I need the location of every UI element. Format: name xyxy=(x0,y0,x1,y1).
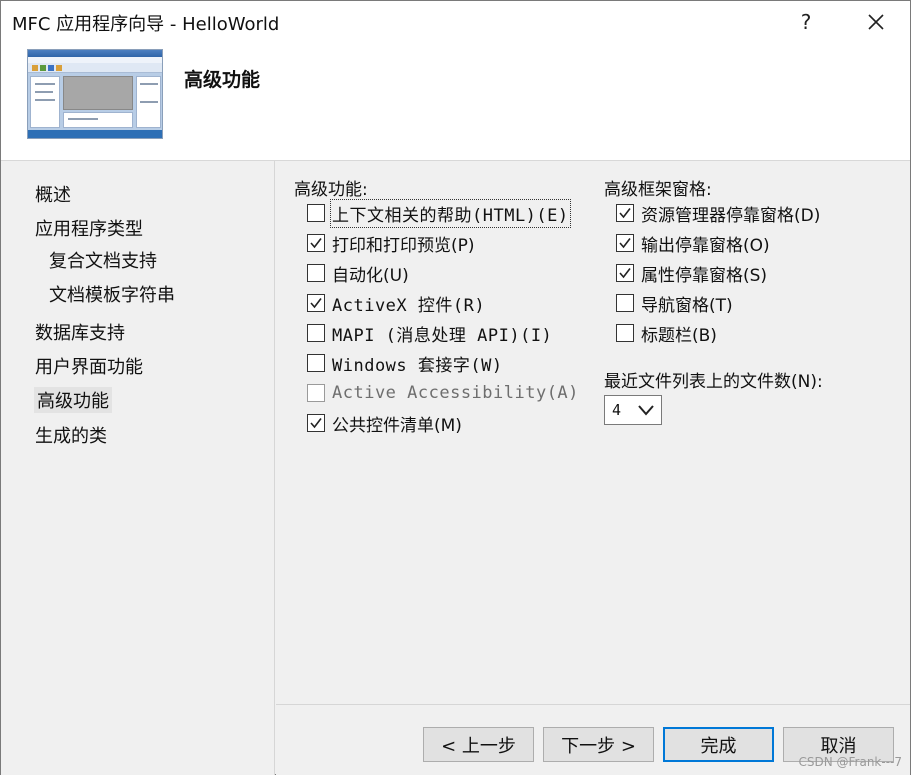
close-button[interactable] xyxy=(849,1,903,43)
mfc-wizard-window: MFC 应用程序向导 - HelloWorld ? 高级功能 概述 应用程序类型… xyxy=(0,0,911,775)
check-icon xyxy=(310,418,322,429)
checkbox[interactable] xyxy=(307,204,325,222)
close-icon xyxy=(868,14,884,30)
nav-item-document-template-strings[interactable]: 文档模板字符串 xyxy=(49,281,175,307)
wizard-nav: 概述 应用程序类型 复合文档支持 文档模板字符串 数据库支持 用户界面功能 高级… xyxy=(1,161,275,775)
wizard-header: 高级功能 xyxy=(1,43,910,161)
pane-explorer-docking[interactable]: 资源管理器停靠窗格(D) xyxy=(616,201,821,226)
option-label: 资源管理器停靠窗格(D) xyxy=(641,205,821,226)
pane-output-docking[interactable]: 输出停靠窗格(O) xyxy=(616,231,770,256)
next-button[interactable]: 下一步 > xyxy=(543,727,654,762)
checkbox[interactable] xyxy=(307,324,325,342)
frame-panes-label: 高级框架窗格: xyxy=(604,180,712,200)
option-common-control-manifest[interactable]: 公共控件清单(M) xyxy=(307,411,462,436)
option-label: Windows 套接字(W) xyxy=(332,355,503,376)
nav-item-compound-document[interactable]: 复合文档支持 xyxy=(49,247,157,273)
back-button[interactable]: < 上一步 xyxy=(423,727,534,762)
nav-item-overview[interactable]: 概述 xyxy=(35,181,71,207)
button-bar: < 上一步 下一步 > 完成 取消 CSDN @Frank---7 xyxy=(276,704,910,775)
check-icon xyxy=(310,238,322,249)
option-mapi[interactable]: MAPI (消息处理 API)(I) xyxy=(307,321,553,346)
page-title: 高级功能 xyxy=(184,69,261,91)
wizard-content: 高级功能: 上下文相关的帮助(HTML)(E) 打印和打印预览(P) 自动化(U… xyxy=(276,161,910,704)
pane-caption-bar[interactable]: 标题栏(B) xyxy=(616,321,717,346)
checkbox[interactable] xyxy=(307,414,325,432)
option-automation[interactable]: 自动化(U) xyxy=(307,261,409,286)
option-label: 打印和打印预览(P) xyxy=(332,235,475,256)
nav-item-application-type[interactable]: 应用程序类型 xyxy=(35,215,143,241)
option-label: 自动化(U) xyxy=(332,265,409,286)
option-label: 上下文相关的帮助(HTML)(E) xyxy=(330,198,571,228)
checkbox[interactable] xyxy=(307,264,325,282)
nav-item-generated-classes[interactable]: 生成的类 xyxy=(35,422,107,448)
checkbox[interactable] xyxy=(307,294,325,312)
checkbox[interactable] xyxy=(616,294,634,312)
checkbox[interactable] xyxy=(616,324,634,342)
option-windows-sockets[interactable]: Windows 套接字(W) xyxy=(307,351,503,376)
checkbox xyxy=(307,384,325,402)
advanced-features-label: 高级功能: xyxy=(294,180,368,200)
checkbox[interactable] xyxy=(616,234,634,252)
option-label: 属性停靠窗格(S) xyxy=(641,265,768,286)
checkbox[interactable] xyxy=(307,354,325,372)
option-label: ActiveX 控件(R) xyxy=(332,295,486,316)
chevron-down-icon xyxy=(638,405,654,416)
recent-files-count-select[interactable]: 4 xyxy=(604,395,662,425)
option-label: 标题栏(B) xyxy=(641,325,717,346)
mfc-app-preview-thumbnail xyxy=(27,49,163,139)
option-active-accessibility: Active Accessibility(A) xyxy=(307,381,579,405)
option-activex-controls[interactable]: ActiveX 控件(R) xyxy=(307,291,486,316)
nav-item-advanced-features[interactable]: 高级功能 xyxy=(34,387,112,413)
watermark: CSDN @Frank---7 xyxy=(798,755,902,769)
option-label: 公共控件清单(M) xyxy=(332,415,462,436)
option-label: 导航窗格(T) xyxy=(641,295,733,316)
recent-files-label: 最近文件列表上的文件数(N): xyxy=(604,372,823,392)
option-label: MAPI (消息处理 API)(I) xyxy=(332,325,553,346)
check-icon xyxy=(619,238,631,249)
option-print-preview[interactable]: 打印和打印预览(P) xyxy=(307,231,475,256)
checkbox[interactable] xyxy=(307,234,325,252)
select-value: 4 xyxy=(612,401,622,419)
check-icon xyxy=(310,298,322,309)
nav-item-user-interface[interactable]: 用户界面功能 xyxy=(35,353,143,379)
window-title: MFC 应用程序向导 - HelloWorld xyxy=(12,14,280,35)
finish-button[interactable]: 完成 xyxy=(663,727,774,762)
option-context-help[interactable]: 上下文相关的帮助(HTML)(E) xyxy=(307,198,571,228)
option-label: Active Accessibility(A) xyxy=(332,383,579,403)
option-label: 输出停靠窗格(O) xyxy=(641,235,770,256)
title-bar: MFC 应用程序向导 - HelloWorld ? xyxy=(1,1,910,43)
nav-item-database-support[interactable]: 数据库支持 xyxy=(35,319,125,345)
help-button[interactable]: ? xyxy=(779,1,833,43)
check-icon xyxy=(619,208,631,219)
pane-properties-docking[interactable]: 属性停靠窗格(S) xyxy=(616,261,768,286)
help-icon: ? xyxy=(800,10,812,34)
checkbox[interactable] xyxy=(616,204,634,222)
check-icon xyxy=(619,268,631,279)
pane-navigation[interactable]: 导航窗格(T) xyxy=(616,291,733,316)
checkbox[interactable] xyxy=(616,264,634,282)
